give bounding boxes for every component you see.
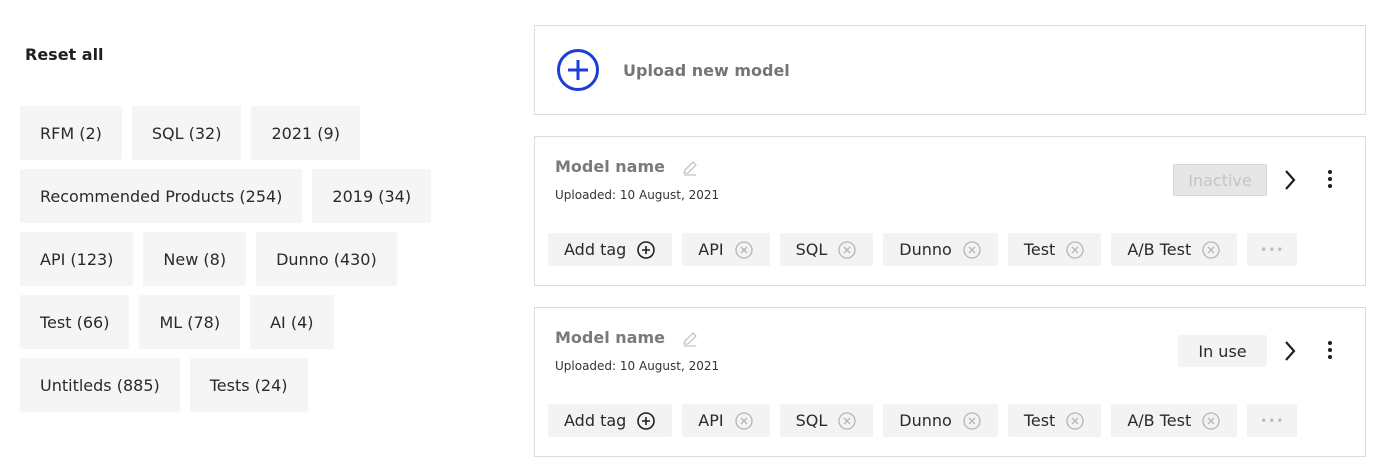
remove-x-icon[interactable] [837, 240, 857, 260]
chevron-right-icon[interactable] [1283, 169, 1297, 195]
tag: Dunno [883, 404, 998, 437]
tag: API [682, 233, 770, 266]
tag-row: Add tag API SQL Dunno Test A/B Test ••• [548, 233, 1298, 266]
filter-chip[interactable]: 2019 (34) [312, 169, 432, 223]
tag: API [682, 404, 770, 437]
filter-chip[interactable]: RFM (2) [20, 106, 122, 160]
model-card: Model name Uploaded: 10 August, 2021 Ina… [534, 136, 1366, 286]
remove-x-icon[interactable] [962, 411, 982, 431]
remove-x-icon[interactable] [1201, 240, 1221, 260]
tag: Test [1007, 404, 1102, 437]
pencil-icon[interactable] [681, 330, 699, 352]
filter-chip[interactable]: AI (4) [250, 295, 334, 349]
plus-circle-icon[interactable] [557, 49, 599, 91]
remove-x-icon[interactable] [1065, 240, 1085, 260]
filter-chip-list: RFM (2) SQL (32) 2021 (9) Recommended Pr… [20, 106, 460, 412]
remove-x-icon[interactable] [1065, 411, 1085, 431]
tag-label: API [698, 411, 724, 430]
add-tag-plus-icon[interactable] [636, 240, 656, 260]
add-tag-label: Add tag [564, 411, 627, 430]
tag-row: Add tag API SQL Dunno Test A/B Test ••• [548, 404, 1298, 437]
more-tags-button[interactable]: ••• [1247, 404, 1298, 437]
tag-label: SQL [795, 240, 828, 259]
filter-chip[interactable]: Recommended Products (254) [20, 169, 303, 223]
remove-x-icon[interactable] [734, 240, 754, 260]
upload-card[interactable]: Upload new model [534, 25, 1366, 115]
tag: SQL [779, 404, 874, 437]
tag-label: Test [1023, 240, 1056, 259]
more-tags-button[interactable]: ••• [1247, 233, 1298, 266]
filter-chip[interactable]: API (123) [20, 232, 134, 286]
kebab-menu-icon[interactable] [1327, 168, 1333, 194]
tag: Test [1007, 233, 1102, 266]
status-badge: In use [1178, 335, 1267, 367]
add-tag-label: Add tag [564, 240, 627, 259]
tag: Dunno [883, 233, 998, 266]
tag-label: Dunno [899, 240, 952, 259]
more-label: ••• [1260, 242, 1285, 257]
filter-chip[interactable]: ML (78) [139, 295, 241, 349]
tag-label: Dunno [899, 411, 952, 430]
tag-label: API [698, 240, 724, 259]
kebab-menu-icon[interactable] [1327, 339, 1333, 365]
tag: A/B Test [1111, 404, 1238, 437]
upload-date: Uploaded: 10 August, 2021 [555, 359, 720, 373]
pencil-icon[interactable] [681, 159, 699, 181]
tag-label: A/B Test [1127, 411, 1192, 430]
filter-chip[interactable]: Tests (24) [189, 358, 308, 412]
model-card: Model name Uploaded: 10 August, 2021 In … [534, 307, 1366, 457]
remove-x-icon[interactable] [734, 411, 754, 431]
reset-all-button[interactable]: Reset all [25, 45, 104, 64]
status-badge: Inactive [1173, 164, 1267, 196]
tag: SQL [779, 233, 874, 266]
more-label: ••• [1260, 413, 1285, 428]
add-tag-button[interactable]: Add tag [548, 404, 673, 437]
chevron-right-icon[interactable] [1283, 340, 1297, 366]
filter-chip[interactable]: SQL (32) [131, 106, 242, 160]
model-name: Model name [555, 157, 665, 176]
filter-chip[interactable]: Test (66) [20, 295, 130, 349]
upload-date: Uploaded: 10 August, 2021 [555, 188, 720, 202]
model-name: Model name [555, 328, 665, 347]
filter-chip[interactable]: Untitleds (885) [20, 358, 180, 412]
tag: A/B Test [1111, 233, 1238, 266]
add-tag-button[interactable]: Add tag [548, 233, 673, 266]
tag-label: SQL [795, 411, 828, 430]
tag-label: A/B Test [1127, 240, 1192, 259]
filter-chip[interactable]: 2021 (9) [251, 106, 360, 160]
remove-x-icon[interactable] [1201, 411, 1221, 431]
tag-label: Test [1023, 411, 1056, 430]
filter-chip[interactable]: New (8) [143, 232, 247, 286]
add-tag-plus-icon[interactable] [636, 411, 656, 431]
upload-label[interactable]: Upload new model [623, 61, 790, 80]
remove-x-icon[interactable] [837, 411, 857, 431]
remove-x-icon[interactable] [962, 240, 982, 260]
filter-chip[interactable]: Dunno (430) [256, 232, 397, 286]
